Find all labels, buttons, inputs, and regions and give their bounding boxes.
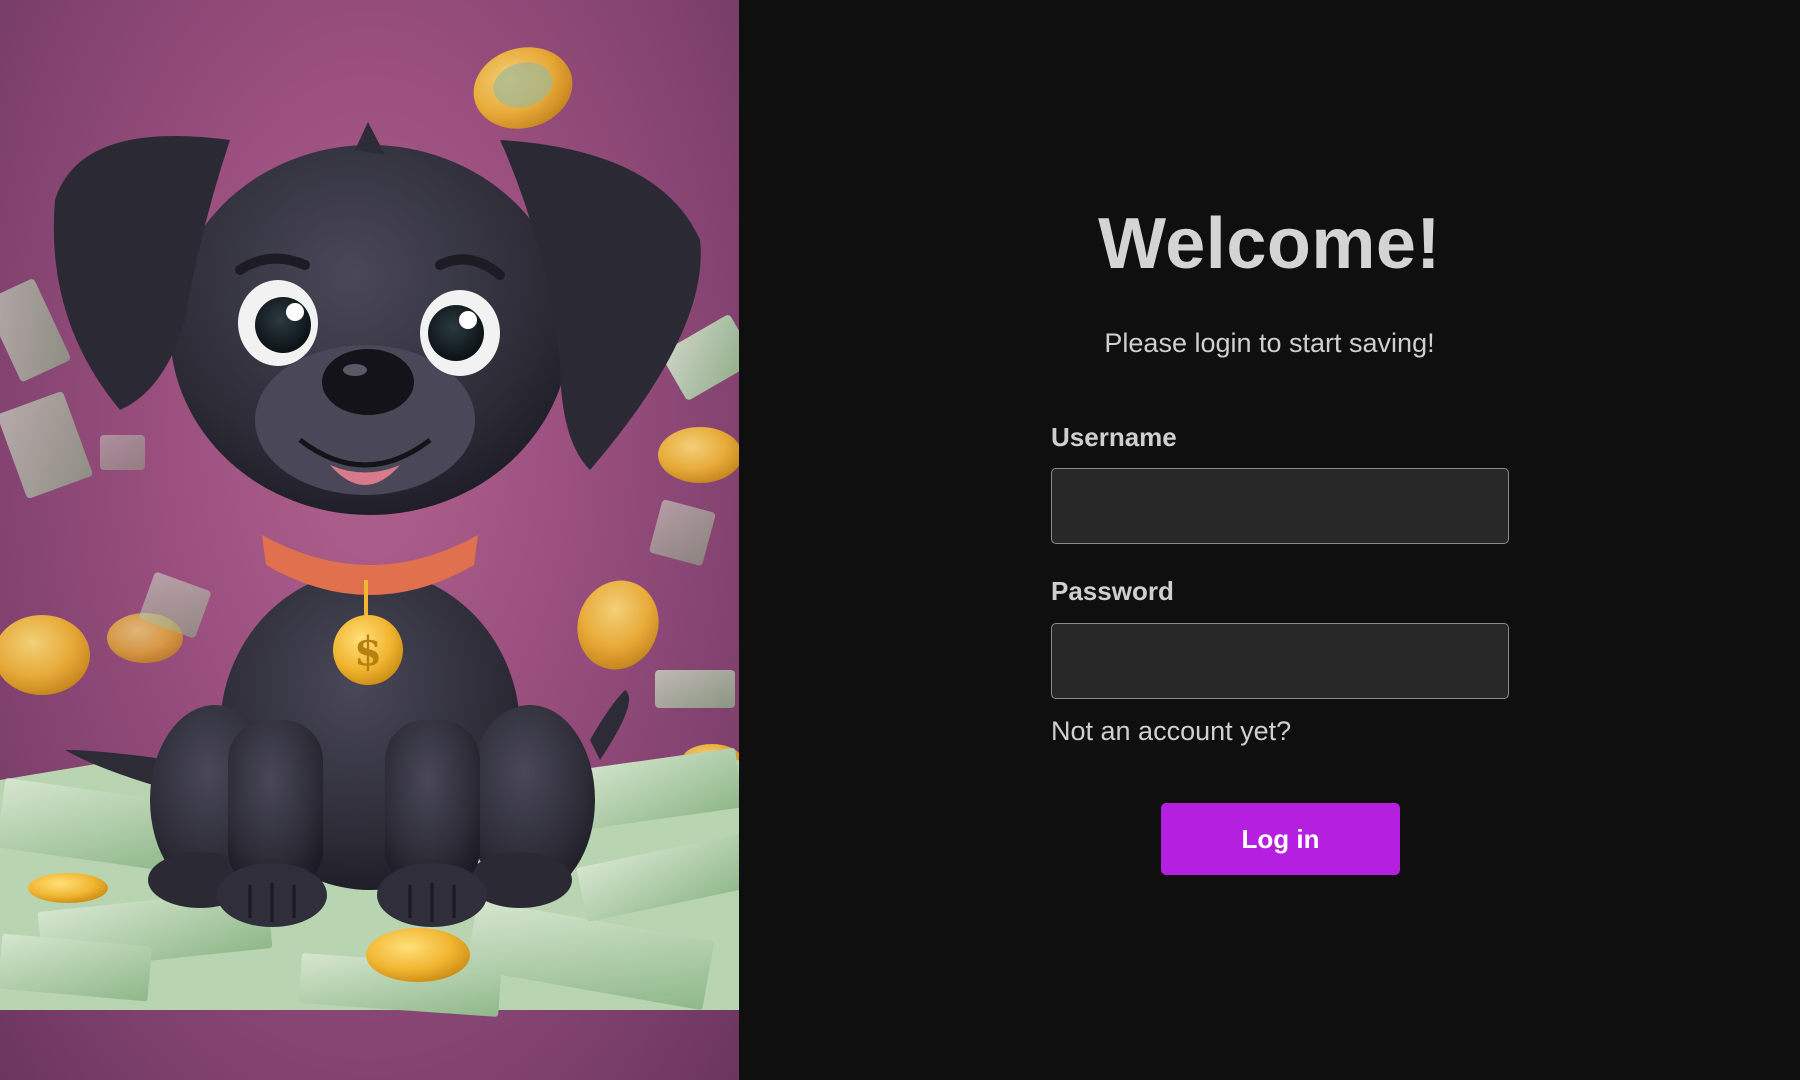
login-button[interactable]: Log in xyxy=(1161,803,1400,875)
svg-text:$: $ xyxy=(354,628,382,675)
username-label: Username xyxy=(1051,422,1177,452)
page-title: Welcome! xyxy=(1098,204,1441,284)
password-input[interactable] xyxy=(1051,623,1509,699)
signup-link[interactable]: Not an account yet? xyxy=(1051,716,1291,747)
login-page: $ Welcome! Please login to start saving!… xyxy=(0,0,1800,1080)
puppy-with-money-image: $ xyxy=(0,47,739,1017)
page-subtitle: Please login to start saving! xyxy=(1104,328,1435,358)
password-label: Password xyxy=(1051,576,1174,606)
login-panel: Welcome! Please login to start saving! U… xyxy=(739,0,1800,1080)
username-input[interactable] xyxy=(1051,468,1509,544)
hero-illustration: $ xyxy=(0,0,739,1080)
